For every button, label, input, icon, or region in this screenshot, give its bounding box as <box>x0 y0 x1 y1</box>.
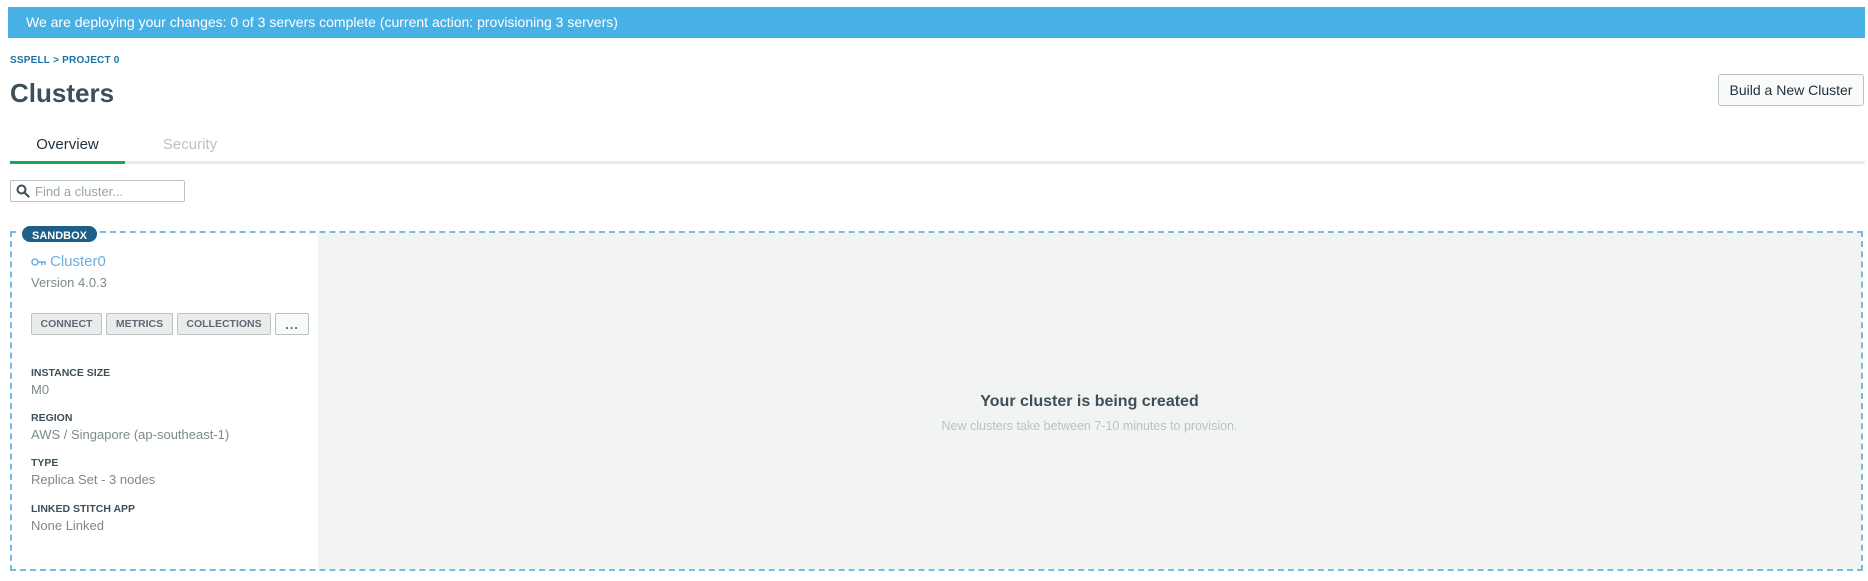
type-label: TYPE <box>31 457 59 469</box>
tab-overview[interactable]: Overview <box>10 136 125 164</box>
connect-button[interactable]: CONNECT <box>31 313 102 335</box>
search-input[interactable] <box>35 182 180 200</box>
breadcrumb-project-link[interactable]: PROJECT 0 <box>62 55 119 66</box>
region-label: REGION <box>31 412 73 424</box>
breadcrumb: SSPELL > PROJECT 0 <box>10 55 120 66</box>
cluster-name-link[interactable]: Cluster0 <box>31 253 106 270</box>
cluster-info-panel: Cluster0 Version 4.0.3 CONNECT METRICS C… <box>12 233 318 569</box>
cluster-name-label: Cluster0 <box>50 253 106 270</box>
instance-size-label: INSTANCE SIZE <box>31 367 111 379</box>
linked-stitch-app-label: LINKED STITCH APP <box>31 503 136 515</box>
tab-bar: Overview Security <box>10 130 1865 164</box>
region-value: AWS / Singapore (ap-southeast-1) <box>31 427 230 442</box>
search-icon <box>16 184 30 198</box>
cluster-card: Cluster0 Version 4.0.3 CONNECT METRICS C… <box>10 231 1863 571</box>
cluster-status-panel: Your cluster is being created New cluste… <box>318 233 1861 569</box>
sandbox-badge: SANDBOX <box>20 224 100 244</box>
breadcrumb-separator: > <box>53 55 60 66</box>
build-new-cluster-button[interactable]: Build a New Cluster <box>1718 74 1864 106</box>
breadcrumb-org-link[interactable]: SSPELL <box>10 55 50 66</box>
cluster-creating-subtitle: New clusters take between 7-10 minutes t… <box>941 419 1238 433</box>
cluster-creating-title: Your cluster is being created <box>980 393 1199 410</box>
cluster-search <box>10 180 185 202</box>
more-options-button[interactable]: ... <box>275 313 309 335</box>
metrics-button[interactable]: METRICS <box>106 313 173 335</box>
collections-button[interactable]: COLLECTIONS <box>177 313 271 335</box>
cluster-version: Version 4.0.3 <box>31 275 107 290</box>
linked-stitch-app-value: None Linked <box>31 518 104 533</box>
deployment-banner: We are deploying your changes: 0 of 3 se… <box>8 7 1865 38</box>
tab-security[interactable]: Security <box>135 136 245 164</box>
type-value: Replica Set - 3 nodes <box>31 472 156 487</box>
page-title: Clusters <box>10 78 115 108</box>
instance-size-value: M0 <box>31 382 50 397</box>
key-icon <box>31 258 46 266</box>
